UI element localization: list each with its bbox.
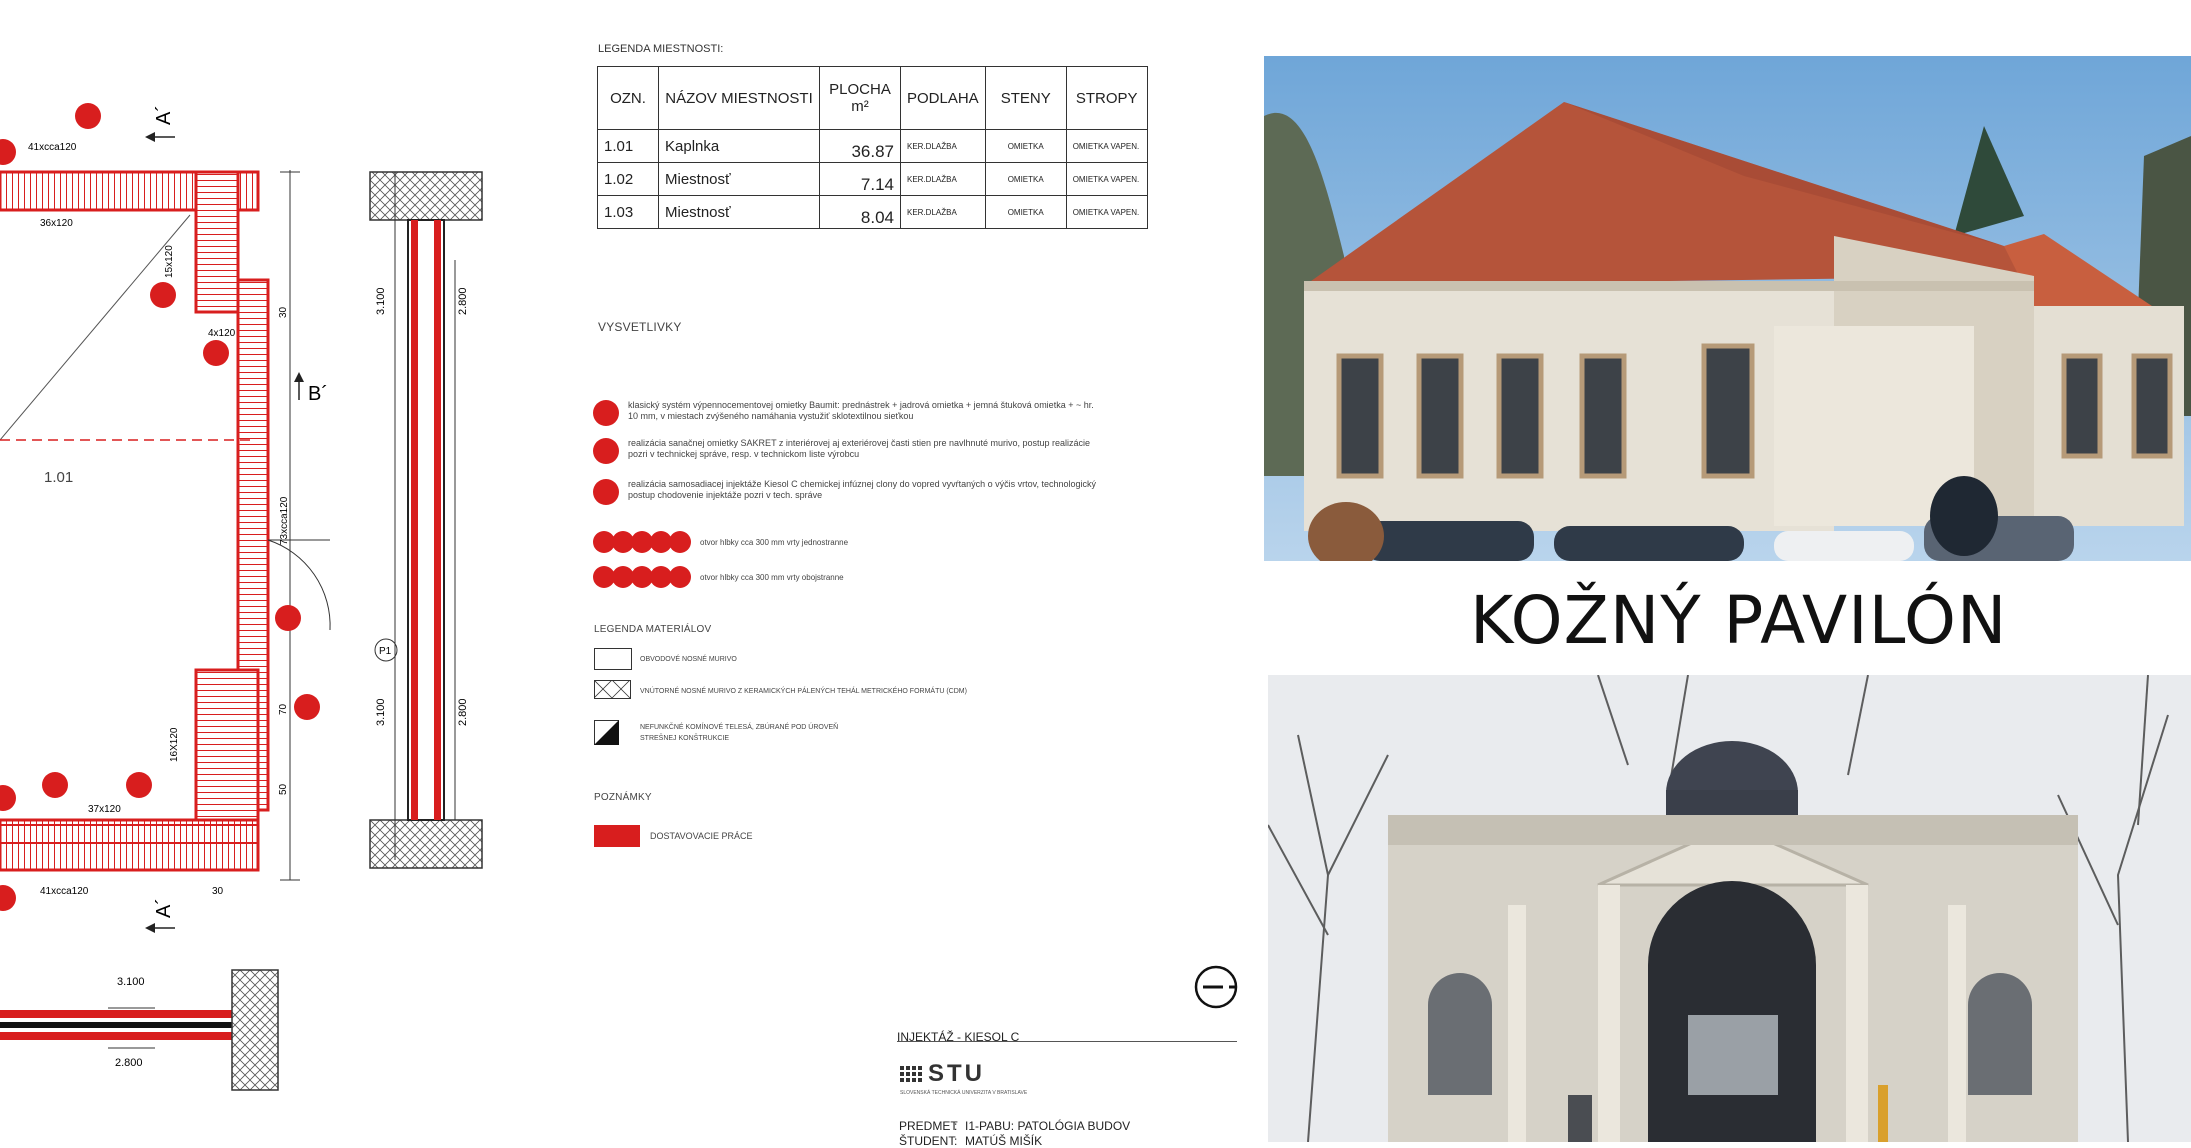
header-nazov: NÁZOV MIESTNOSTI [658,66,820,130]
cell-stropy: OMIETKA VAPEN. [1065,162,1148,196]
legend-row-2-text: otvor hlbky cca 300 mm vrty obojstranne [700,573,844,582]
subject-label: PREDMET [899,1119,958,1133]
dim-right-1: 15x120 [164,245,175,278]
stu-logo-subtitle: SLOVENSKÁ TECHNICKÁ UNIVERZITA V BRATISL… [900,1090,1028,1096]
cell-nazov: Miestnosť [658,162,820,196]
room-legend-table: OZN. NÁZOV MIESTNOSTI PLOCHA m² PODLAHA … [597,66,1148,229]
legend-dot-2 [593,438,619,464]
notes-title: POZNÁMKY [594,792,652,803]
explanation-1: klasický systém výpennocementovej omietk… [628,400,1094,421]
cell-steny: OMIETKA [984,195,1067,229]
header-steny: STENY [984,66,1067,130]
cell-stropy: OMIETKA VAPEN. [1065,129,1148,163]
legend-dot-1 [593,400,619,426]
notes-item: DOSTAVOVACIE PRÁCE [650,831,753,841]
explanations-title: VYSVETLIVKY [598,320,682,334]
legend-dots-row-1 [593,531,691,558]
dim-right-2: 4x120 [208,328,236,339]
dim-top-inner: 36x120 [40,218,73,229]
cell-plocha: 8.04 [819,195,901,229]
floor-plan-drawing: A´ A´ B´ 1.01 41xcca120 36x120 15x120 4x… [0,103,483,1091]
title-block-divider [897,1041,1237,1042]
room-label: 1.01 [44,469,73,486]
dim-right-3: 73xcca120 [279,496,290,545]
explanation-2: realizácia sanačnej omietky SAKRET z int… [628,438,1091,459]
subject-value: I1-PABU: PATOLÓGIA BUDOV [965,1119,1131,1133]
cell-podlaha: KER.DLAŽBA [900,162,986,196]
header-ozn: OZN. [597,66,659,130]
material-swatch-1 [594,648,632,670]
dim-right-4: 16X120 [169,727,180,762]
stu-logo-text: STU [928,1060,985,1087]
section-level-2: 2.800 [115,1057,143,1069]
subject-colon: : [954,1119,958,1133]
cell-ozn: 1.01 [597,129,659,163]
level-2a: 2.800 [457,287,469,315]
dim-30a: 30 [278,306,289,318]
stu-logo-icon [900,1066,922,1082]
materials-title: LEGENDA MATERIÁLOV [594,624,712,635]
legend-row-1-text: otvor hlbky cca 300 mm vrty jednostranne [700,538,849,547]
dim-top: 41xcca120 [28,142,77,153]
north-arrow-icon [1194,965,1238,1009]
room-legend-title: LEGENDA MIESTNOSTI: [598,43,724,55]
marker-p1: P1 [379,646,392,657]
student-label: ŠTUDENT [899,1134,956,1148]
dim-50: 50 [278,783,289,795]
cell-ozn: 1.03 [597,195,659,229]
cell-stropy: OMIETKA VAPEN. [1065,195,1148,229]
cell-nazov: Kaplnka [658,129,820,163]
main-title: KOŽNÝ PAVILÓN [1470,582,2008,659]
material-2: VNÚTORNÉ NOSNÉ MURIVO Z KERAMICKÝCH PÁLE… [640,688,967,695]
legend-dot-3 [593,479,619,505]
material-3: NEFUNKČNÉ KOMÍNOVÉ TELESÁ, ZBÚRANÉ POD Ú… [640,724,839,742]
dim-30b: 30 [212,886,224,897]
table-row: 1.01 Kaplnka 36.87 KER.DLAŽBA OMIETKA OM… [597,129,1148,163]
building-photo-top [1264,56,2191,561]
cell-podlaha: KER.DLAŽBA [900,195,986,229]
axis-b-label: B´ [308,383,328,405]
axis-a-bottom-label: A´ [153,898,175,918]
cell-plocha: 36.87 [819,129,901,163]
cell-steny: OMIETKA [984,129,1067,163]
cell-nazov: Miestnosť [658,195,820,229]
wall-right-upper [194,170,240,314]
wall-bottom [0,818,260,872]
material-swatch-2 [594,680,631,699]
cell-podlaha: KER.DLAŽBA [900,129,986,163]
dim-bottom: 41xcca120 [40,886,89,897]
gate-photo-bottom [1268,675,2191,1142]
material-swatch-3 [594,720,619,745]
cell-plocha: 7.14 [819,162,901,196]
section-level-1: 3.100 [117,976,145,988]
level-1b: 3.100 [375,698,387,726]
legend-dots-row-2 [593,566,691,593]
wall-right-lower [194,668,260,822]
explanation-3: realizácia samosadiacej injektáže Kiesol… [628,479,1097,500]
axis-a-top-label: A´ [153,105,175,125]
table-header-row: OZN. NÁZOV MIESTNOSTI PLOCHA m² PODLAHA … [597,66,1148,130]
dim-bottom-inner: 37x120 [88,804,121,815]
dim-70: 70 [278,703,289,715]
table-row: 1.03 Miestnosť 8.04 KER.DLAŽBA OMIETKA O… [597,195,1148,229]
student-value: MATÚŠ MIŠÍK [965,1134,1043,1148]
cell-ozn: 1.02 [597,162,659,196]
table-row: 1.02 Miestnosť 7.14 KER.DLAŽBA OMIETKA O… [597,162,1148,196]
header-podlaha: PODLAHA [900,66,986,130]
header-plocha: PLOCHA m² [819,66,901,130]
level-2b: 2.800 [457,698,469,726]
material-1: OBVODOVÉ NOSNÉ MURIVO [640,656,737,663]
student-colon: : [954,1134,958,1148]
header-stropy: STROPY [1065,66,1148,130]
level-1a: 3.100 [375,287,387,315]
cell-steny: OMIETKA [984,162,1067,196]
notes-swatch [594,825,640,847]
stu-logo: STU [900,1060,985,1088]
